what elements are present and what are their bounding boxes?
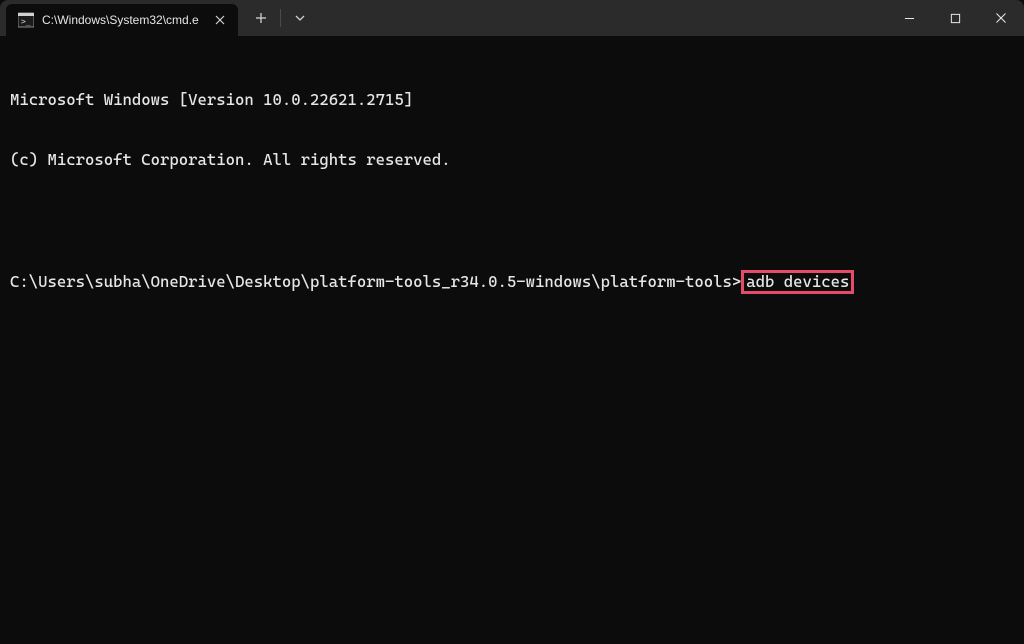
cmd-icon: >_ [18,12,34,28]
svg-text:>_: >_ [21,17,31,26]
tab-close-button[interactable] [212,12,228,28]
new-tab-button[interactable] [244,0,278,36]
tab-dropdown-button[interactable] [283,0,317,36]
tab-controls [244,0,317,36]
blank-line [10,210,1014,230]
active-tab[interactable]: >_ C:\Windows\System32\cmd.e [6,4,238,36]
command-text: adb devices [746,272,849,291]
terminal-body[interactable]: Microsoft Windows [Version 10.0.22621.27… [0,36,1024,644]
tab-divider [280,9,281,27]
tab-title: C:\Windows\System32\cmd.e [42,13,204,27]
maximize-button[interactable] [932,0,978,36]
command-highlight: adb devices [741,270,854,294]
output-line: Microsoft Windows [Version 10.0.22621.27… [10,90,1014,110]
prompt-path: C:\Users\subha\OneDrive\Desktop\platform… [10,272,741,291]
titlebar-drag-area[interactable] [317,0,886,36]
prompt-line: C:\Users\subha\OneDrive\Desktop\platform… [10,270,1014,294]
close-button[interactable] [978,0,1024,36]
terminal-window: >_ C:\Windows\System32\cmd.e [0,0,1024,644]
minimize-button[interactable] [886,0,932,36]
titlebar: >_ C:\Windows\System32\cmd.e [0,0,1024,36]
output-line: (c) Microsoft Corporation. All rights re… [10,150,1014,170]
window-controls [886,0,1024,36]
